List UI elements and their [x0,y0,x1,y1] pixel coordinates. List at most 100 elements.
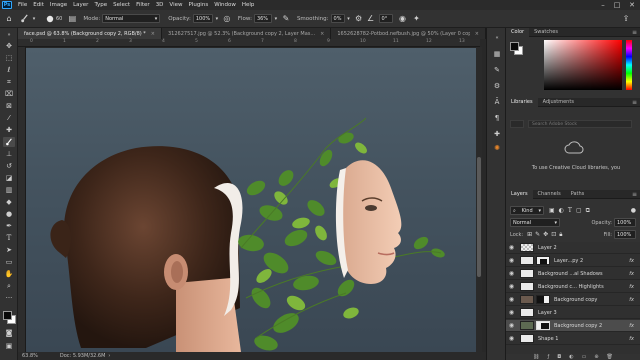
layer-filter-select[interactable]: ⌕ Kind ▾ [510,206,544,215]
pressure-size-icon[interactable]: ◉ [397,13,409,25]
fx-icon[interactable]: fx [629,258,634,264]
crop-tool-icon[interactable]: ⌧ [3,89,15,99]
add-style-icon[interactable]: ƒ [547,354,549,360]
foreground-color-swatch[interactable] [510,42,519,51]
vertical-scrollbar[interactable] [476,47,482,352]
layer-row[interactable]: ◉ Layer 2 [506,242,640,254]
collapse-toolbar-icon[interactable]: » [3,30,15,40]
path-selection-tool-icon[interactable]: ➤ [3,245,15,255]
add-mask-icon[interactable]: ◘ [557,354,561,360]
eye-icon[interactable]: ◉ [506,270,517,277]
chevron-right-icon[interactable]: › [108,353,110,359]
close-icon[interactable]: × [320,31,324,37]
brush-tool-icon[interactable] [3,137,15,147]
eye-icon[interactable]: ◉ [506,257,517,264]
eye-icon[interactable]: ◉ [506,244,517,251]
healing-brush-tool-icon[interactable]: ✚ [3,125,15,135]
quick-mask-icon[interactable]: ◙ [3,328,15,338]
paragraph-panel-icon[interactable]: ¶ [491,112,503,124]
menu-file[interactable]: File [15,2,30,8]
layer-name[interactable]: Shape 1 [538,336,629,342]
more-tools-icon[interactable]: ··· [3,293,15,303]
menu-type[interactable]: Type [91,2,110,8]
brush-preset-icon[interactable] [44,13,56,25]
opacity-field[interactable]: 100% [192,14,213,23]
tab-adjustments[interactable]: Adjustments [538,98,579,107]
document-size[interactable]: Doc: 5.93M/32.6M [60,353,106,359]
smoothing-field[interactable]: 0% [330,14,345,23]
close-window-button[interactable]: ✕ [625,0,639,10]
hue-slider[interactable] [626,40,632,90]
adjustment-layer-icon[interactable]: ◐ [569,354,573,360]
clone-stamp-tool-icon[interactable]: ⊥ [3,149,15,159]
menu-view[interactable]: View [166,2,185,8]
eye-icon[interactable]: ◉ [506,309,517,316]
share-icon[interactable]: ⇪ [620,13,632,25]
brush-tool-icon[interactable] [18,13,30,25]
chevron-down-icon[interactable]: ▾ [213,13,221,25]
maximize-button[interactable]: □ [610,0,624,10]
brush-panel-icon[interactable]: ✎ [491,64,503,76]
hand-tool-icon[interactable]: ✋ [3,269,15,279]
layer-name[interactable]: Layer 2 [538,245,634,251]
layer-name[interactable]: Background ...al Shadows [538,271,629,277]
new-group-icon[interactable]: ▭ [582,354,587,360]
menu-image[interactable]: Image [47,2,70,8]
flow-field[interactable]: 36% [253,14,272,23]
home-icon[interactable]: ⌂ [3,13,15,25]
layer-row[interactable]: ◉ Background ...al Shadows fx [506,268,640,280]
frame-tool-icon[interactable]: ⊠ [3,101,15,111]
tab-channels[interactable]: Channels [533,190,566,199]
blur-tool-icon[interactable]: ◆ [3,197,15,207]
chevron-down-icon[interactable]: ▾ [345,13,353,25]
layer-row-selected[interactable]: ◉ Background copy 2 fx [506,320,640,332]
panel-menu-icon[interactable]: ≡ [632,99,637,106]
collapse-panels-icon[interactable]: « [491,32,503,44]
pressure-opacity-icon[interactable]: ◎ [221,13,233,25]
plugin-panel-icon[interactable]: ✺ [491,142,503,154]
eyedropper-tool-icon[interactable]: ⁄ [3,113,15,123]
character-panel-icon[interactable]: Ā [491,96,503,108]
fx-icon[interactable]: fx [629,271,634,277]
screen-mode-icon[interactable]: ▣ [3,341,15,351]
eye-icon[interactable]: ◉ [506,335,517,342]
layer-row[interactable]: ◉ Layer 3 [506,307,640,319]
symmetry-icon[interactable]: ✦ [411,13,423,25]
zoom-tool-icon[interactable]: ⌕ [3,281,15,291]
tab-libraries[interactable]: Libraries [506,97,538,107]
pen-tool-icon[interactable]: ✒ [3,221,15,231]
gear-icon[interactable]: ⚙ [353,13,365,25]
tab-face-psd[interactable]: face.psd @ 63.8% (Background copy 2, RGB… [18,28,162,39]
gradient-tool-icon[interactable]: ▥ [3,185,15,195]
properties-panel-icon[interactable]: ⚙ [491,80,503,92]
close-icon[interactable]: × [151,31,155,37]
angle-icon[interactable]: ∠ [365,13,377,25]
menu-edit[interactable]: Edit [30,2,47,8]
filter-toggle-icon[interactable]: ● [631,207,636,214]
color-picker-field[interactable] [544,40,622,90]
new-layer-icon[interactable]: ⊕ [594,354,598,360]
lasso-tool-icon[interactable]: ℓ [3,65,15,75]
tab-swatches[interactable]: Swatches [529,28,563,37]
fx-icon[interactable]: fx [629,297,634,303]
zoom-level[interactable]: 63.8% [22,353,38,359]
fx-icon[interactable]: fx [629,284,634,290]
filter-pixel-icon[interactable]: ▣ [549,207,555,214]
filter-adjustment-icon[interactable]: ◐ [559,207,564,214]
lock-position-icon[interactable]: ✥ [543,231,548,238]
panel-menu-icon[interactable]: ≡ [632,191,637,198]
menu-plugins[interactable]: Plugins [185,2,211,8]
eye-icon[interactable]: ◉ [506,283,517,290]
link-layers-icon[interactable]: ⛓ [533,354,539,360]
layer-row[interactable]: ◉ Background copy fx [506,294,640,306]
eye-icon[interactable]: ◉ [506,296,517,303]
layer-row[interactable]: ◉ Background c... Highlights fx [506,281,640,293]
minimize-button[interactable]: – [596,0,610,10]
marquee-tool-icon[interactable]: ⬚ [3,53,15,63]
chevron-down-icon[interactable]: ▾ [272,13,280,25]
menu-window[interactable]: Window [211,2,239,8]
panel-menu-icon[interactable]: ≡ [632,29,637,36]
horizontal-ruler[interactable]: 0 1 2 3 4 5 6 7 8 9 10 11 12 13 [18,39,480,47]
scrollbar-thumb[interactable] [477,157,481,277]
library-select[interactable] [510,120,524,128]
